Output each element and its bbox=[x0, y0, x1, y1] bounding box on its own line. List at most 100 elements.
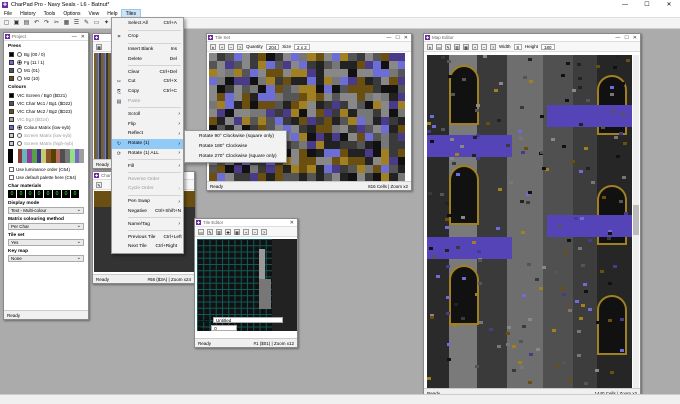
tile-cell[interactable] bbox=[291, 141, 300, 149]
matrix-select[interactable]: Per Char bbox=[8, 223, 84, 230]
tile-cell[interactable] bbox=[307, 157, 316, 165]
close-icon[interactable]: ✕ bbox=[633, 35, 637, 41]
tile-cell[interactable] bbox=[389, 141, 398, 149]
pencil-icon[interactable]: ✎ bbox=[96, 181, 102, 188]
cut-icon[interactable]: ✂ bbox=[53, 20, 60, 27]
tile-cell[interactable] bbox=[233, 53, 242, 61]
tile-cell[interactable] bbox=[274, 77, 283, 85]
tile-cell[interactable] bbox=[274, 117, 283, 125]
menu-item[interactable]: ✂ Cut Ctrl+X bbox=[112, 77, 183, 87]
tile-cell[interactable] bbox=[282, 61, 291, 69]
zoom-in-icon[interactable]: + bbox=[219, 43, 225, 50]
undo-icon[interactable]: ↶ bbox=[33, 20, 40, 27]
close-icon[interactable]: ✕ bbox=[81, 34, 85, 40]
close-icon[interactable]: ✕ bbox=[658, 0, 680, 10]
tile-cell[interactable] bbox=[217, 69, 226, 77]
tile-cell[interactable] bbox=[274, 85, 283, 93]
tile-cell[interactable] bbox=[340, 125, 349, 133]
radio-icon[interactable] bbox=[17, 132, 22, 138]
tile-cell[interactable] bbox=[225, 109, 234, 117]
tile-cell[interactable] bbox=[217, 101, 226, 109]
tile-cell[interactable] bbox=[381, 53, 390, 61]
tile-cell[interactable] bbox=[209, 53, 218, 61]
tile-cell[interactable] bbox=[250, 61, 259, 69]
tile-cell[interactable] bbox=[364, 125, 373, 133]
maximize-icon[interactable]: ☐ bbox=[395, 35, 399, 41]
tile-cell[interactable] bbox=[217, 117, 226, 125]
tile-cell[interactable] bbox=[282, 101, 291, 109]
tile-cell[interactable] bbox=[373, 141, 382, 149]
swatch[interactable] bbox=[9, 116, 14, 122]
tile-cell[interactable] bbox=[397, 141, 405, 149]
tile-cell[interactable] bbox=[266, 93, 275, 101]
tile-cell[interactable] bbox=[299, 109, 308, 117]
tile-cell[interactable] bbox=[291, 53, 300, 61]
tile-cell[interactable] bbox=[389, 93, 398, 101]
tile-cell[interactable] bbox=[307, 173, 316, 181]
rect-icon[interactable]: ▭ bbox=[93, 20, 100, 27]
tile-cell[interactable] bbox=[348, 69, 357, 77]
tile-cell[interactable] bbox=[381, 157, 390, 165]
tile-cell[interactable] bbox=[323, 61, 332, 69]
quantity-field[interactable]: 204 bbox=[265, 43, 280, 50]
tile-cell[interactable] bbox=[291, 77, 300, 85]
tile-cell[interactable] bbox=[389, 85, 398, 93]
tile-cell[interactable] bbox=[373, 149, 382, 157]
zoom-in-icon[interactable]: + bbox=[472, 43, 478, 50]
tile-cell[interactable] bbox=[332, 101, 341, 109]
material-cell[interactable]: 0 bbox=[26, 190, 34, 198]
tile-cell[interactable] bbox=[299, 53, 308, 61]
tile-cell[interactable] bbox=[209, 117, 218, 125]
tile-cell[interactable] bbox=[225, 77, 234, 85]
tile-cell[interactable] bbox=[291, 117, 300, 125]
tile-cell[interactable] bbox=[315, 69, 324, 77]
tile-cell[interactable] bbox=[250, 101, 259, 109]
close-icon[interactable]: ✕ bbox=[404, 35, 408, 41]
menu-item[interactable]: ▤ Paste bbox=[112, 97, 183, 107]
minimize-icon[interactable]: — bbox=[72, 34, 77, 40]
tile-cell[interactable] bbox=[266, 69, 275, 77]
tile-cell[interactable] bbox=[356, 165, 365, 173]
menu-item[interactable]: ⟳ Rotate (1) ALL › bbox=[112, 149, 183, 159]
tile-cell[interactable] bbox=[323, 117, 332, 125]
tile-cell[interactable] bbox=[397, 53, 405, 61]
tile-cell[interactable] bbox=[209, 173, 218, 181]
tile-cell[interactable] bbox=[364, 93, 373, 101]
tile-cell[interactable] bbox=[323, 157, 332, 165]
radio-icon[interactable] bbox=[17, 67, 22, 73]
tile-cell[interactable] bbox=[397, 117, 405, 125]
tile-cell[interactable] bbox=[356, 69, 365, 77]
tile-cell[interactable] bbox=[373, 157, 382, 165]
tile-cell[interactable] bbox=[274, 61, 283, 69]
tile-cell[interactable] bbox=[364, 149, 373, 157]
menu-options[interactable]: Options bbox=[59, 10, 84, 18]
tile-cell[interactable] bbox=[307, 61, 316, 69]
tile-cell[interactable] bbox=[389, 165, 398, 173]
tile-cell[interactable] bbox=[307, 53, 316, 61]
tile-cell[interactable] bbox=[274, 173, 283, 181]
tile-cell[interactable] bbox=[389, 101, 398, 109]
tile-cell[interactable] bbox=[397, 165, 405, 173]
tile-cell[interactable] bbox=[340, 53, 349, 61]
keymap-select[interactable]: None bbox=[8, 255, 84, 262]
swatch[interactable] bbox=[9, 132, 14, 138]
tile-cell[interactable] bbox=[373, 165, 382, 173]
tile-cell[interactable] bbox=[364, 117, 373, 125]
menu-item[interactable]: Delete Del bbox=[112, 54, 183, 64]
tile-cell[interactable] bbox=[323, 77, 332, 85]
tile-cell[interactable] bbox=[282, 165, 291, 173]
colour-option[interactable]: Colour Matrix (low-nyb) bbox=[4, 123, 88, 131]
tile-cell[interactable] bbox=[389, 53, 398, 61]
tile-cell[interactable] bbox=[217, 85, 226, 93]
tile-cell[interactable] bbox=[348, 165, 357, 173]
material-cell[interactable]: 0 bbox=[53, 190, 61, 198]
colour-option[interactable]: VIC Screen / Bg0 ($D21) bbox=[4, 91, 88, 99]
tile-cell[interactable] bbox=[241, 85, 250, 93]
swatch[interactable] bbox=[9, 100, 14, 106]
tile-cell[interactable] bbox=[274, 101, 283, 109]
press-option[interactable]: Fg (11 / 1) bbox=[4, 58, 88, 66]
tile-cell[interactable] bbox=[299, 69, 308, 77]
tile-cell[interactable] bbox=[225, 85, 234, 93]
tile-cell[interactable] bbox=[307, 77, 316, 85]
tile-cell[interactable] bbox=[373, 125, 382, 133]
